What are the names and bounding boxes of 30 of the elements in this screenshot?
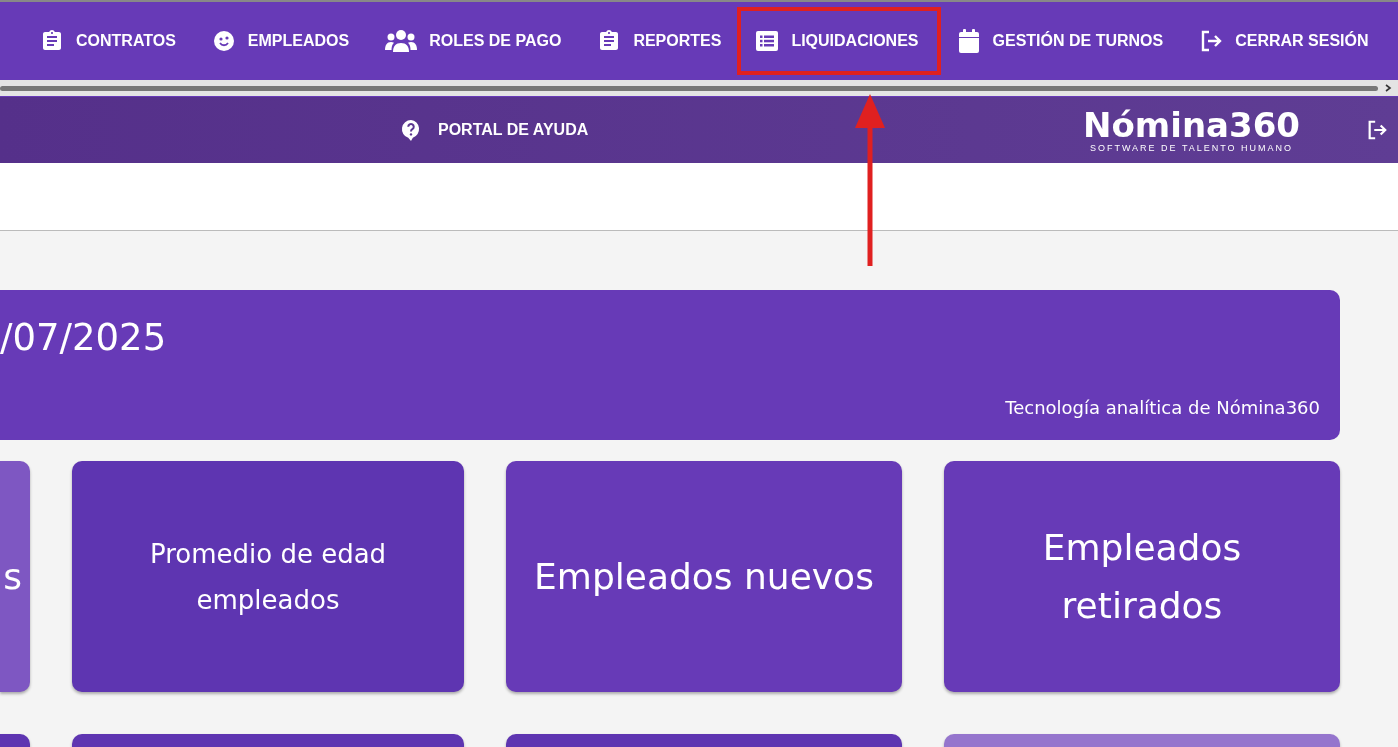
stat-card[interactable]: s [0,461,30,692]
banner-caption: Tecnología analítica de Nómina360 [1005,397,1320,418]
stat-card[interactable]: Empleados nuevos [506,461,902,692]
date-text: /07/2025 [0,316,168,359]
help-icon [400,119,422,141]
scrollbar-thumb[interactable] [0,85,1378,91]
list-icon [755,29,780,53]
card-title: Empleados retirados [1041,525,1243,628]
nav-item[interactable]: ROLES DE PAGO [375,7,572,75]
card-title: Promedio de edad empleados [148,537,388,617]
stat-card[interactable]: Empleados retirados [944,461,1340,692]
stat-card[interactable]: Promedio de edad empleados [72,461,464,692]
logo-text: Nómina360 [1083,107,1300,143]
nav-item[interactable]: CONTRATOS [30,7,186,75]
logo-tagline: SOFTWARE DE TALENTO HUMANO [1089,143,1294,153]
nav-item[interactable]: REPORTES [587,7,732,75]
scrollbar[interactable] [0,80,1398,97]
card-title: s [2,554,23,599]
nav-item[interactable]: GESTIÓN DE TURNOS [946,7,1174,75]
clipboard-icon [40,29,64,53]
card-title: Empleados nuevos [533,554,875,599]
face-icon [211,29,236,53]
nav-item[interactable]: LIQUIDACIONES [737,7,941,75]
logout-icon[interactable] [1366,119,1388,141]
nav-item[interactable]: CERRAR SESIÓN [1189,7,1379,75]
help-link[interactable]: PORTAL DE AYUDA [400,119,589,141]
calendar-icon [956,29,981,53]
people-icon [385,30,418,52]
nav-item[interactable]: EMPLEADOS [201,7,360,75]
logout-icon [1199,29,1224,53]
